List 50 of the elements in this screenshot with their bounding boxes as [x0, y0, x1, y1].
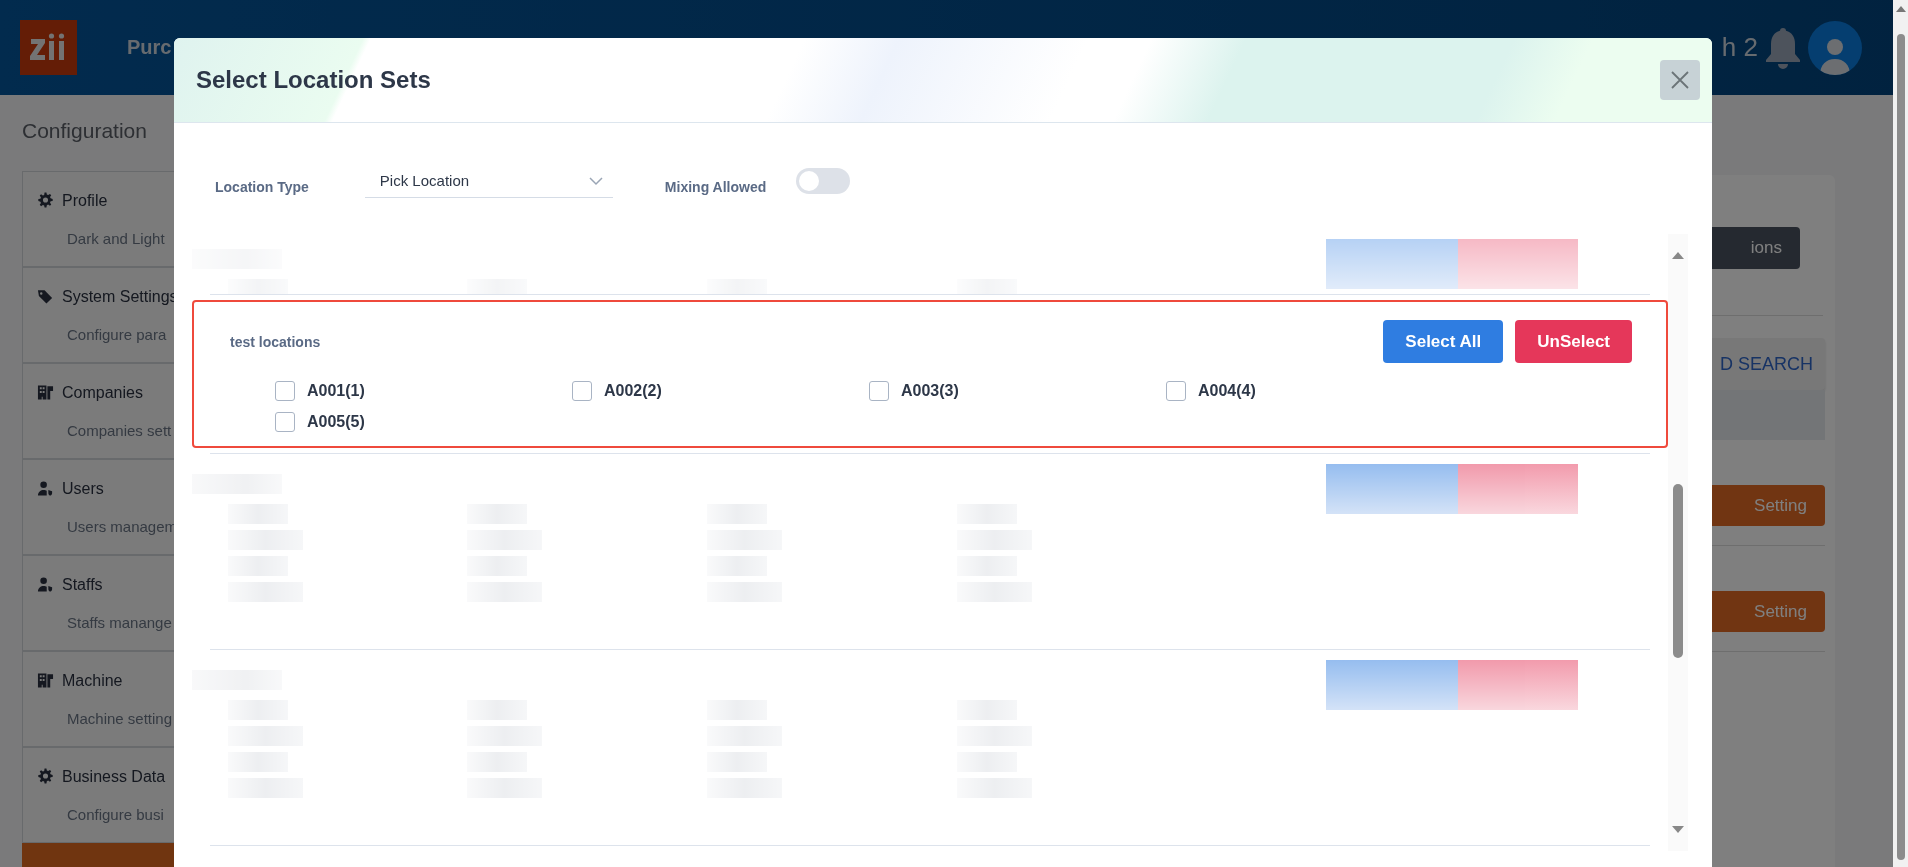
checkbox[interactable] [275, 412, 295, 432]
chevron-down-icon [588, 175, 603, 186]
card-title: Business Data [62, 767, 166, 786]
user-icon [37, 576, 54, 593]
building-icon [37, 672, 54, 689]
dialog-title: Select Location Sets [196, 66, 431, 94]
card-description: Configure para [67, 325, 167, 343]
card-title: Companies [62, 383, 143, 402]
mixing-allowed-label: Mixing Allowed [664, 179, 767, 195]
checkbox[interactable] [275, 381, 295, 401]
checkbox[interactable] [572, 381, 592, 401]
location-set-name: test locations [230, 334, 321, 350]
card-description: Staffs manange [67, 613, 172, 631]
card-description: Machine setting [67, 709, 173, 727]
bell-icon[interactable] [1763, 25, 1803, 70]
logo-icon [20, 20, 77, 75]
location-checkbox[interactable]: A001(1) [275, 381, 572, 401]
card-title: Users [62, 479, 104, 498]
checkbox[interactable] [1166, 381, 1186, 401]
card-description: Dark and Light [67, 229, 165, 247]
tag-icon [37, 288, 54, 305]
close-button[interactable] [1660, 60, 1700, 100]
unselect-button[interactable]: UnSelect [1515, 320, 1632, 363]
page-scrollbar[interactable] [1893, 0, 1908, 867]
avatar-icon[interactable] [1808, 20, 1862, 75]
card-title: Staffs [62, 575, 103, 594]
location-checkbox[interactable]: A005(5) [275, 412, 572, 432]
card-title: Machine [62, 671, 123, 690]
building-icon [37, 384, 54, 401]
user-name: h 2 [1721, 32, 1758, 63]
card-description: Companies sett [67, 421, 172, 439]
settings-icon [37, 768, 54, 785]
card-description: Configure busi [67, 805, 164, 823]
close-icon [1669, 69, 1691, 91]
settings-icon [37, 192, 54, 209]
app-title: Purc [127, 36, 172, 59]
location-checkbox[interactable]: A002(2) [572, 381, 869, 401]
location-checkbox[interactable]: A004(4) [1166, 381, 1463, 401]
card-description: Users managem [67, 517, 178, 535]
location-checkbox[interactable]: A003(3) [869, 381, 1166, 401]
user-icon [37, 480, 54, 497]
location-type-dropdown[interactable]: Pick Location [364, 164, 613, 198]
location-type-label: Location Type [215, 179, 309, 195]
card-title: Profile [62, 191, 108, 210]
mixing-toggle[interactable] [796, 168, 851, 194]
select-all-button[interactable]: Select All [1383, 320, 1504, 363]
page-title: Configuration [22, 119, 148, 143]
checkbox[interactable] [869, 381, 889, 401]
list-scrollbar[interactable] [1668, 234, 1688, 851]
card-title: System Settings [62, 287, 178, 306]
